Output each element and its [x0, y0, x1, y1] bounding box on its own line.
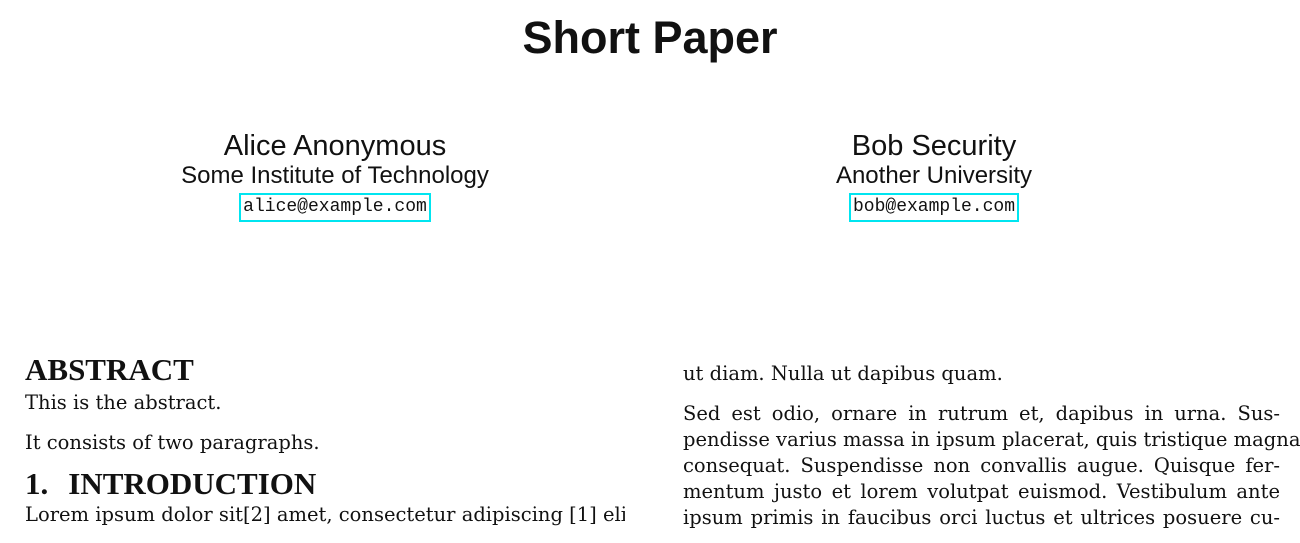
body-text-line: consequat. Suspendisse non convallis aug…	[683, 454, 1280, 477]
author-affiliation: Some Institute of Technology	[181, 162, 489, 189]
left-column: ABSTRACT This is the abstract. It consis…	[25, 350, 625, 528]
author-email-link[interactable]: bob@example.com	[848, 193, 1020, 222]
abstract-paragraph: It consists of two paragraphs.	[25, 431, 320, 454]
author-block-2: Bob Security Another University bob@exam…	[684, 130, 1184, 222]
body-text-line: Sed est odio, ornare in rutrum et, dapib…	[683, 402, 1280, 425]
author-name: Alice Anonymous	[223, 130, 447, 162]
section-title: INTRODUCTION	[68, 466, 317, 501]
abstract-heading: ABSTRACT	[25, 352, 194, 387]
author-email-link[interactable]: alice@example.com	[239, 193, 431, 222]
section-number: 1.	[25, 466, 49, 501]
body-paragraph: Sed est odio, ornare in rutrum et, dapib…	[683, 401, 1300, 531]
right-column: ut diam. Nulla ut dapibus quam. Sed est …	[683, 350, 1300, 531]
body-text-line: pendisse varius massa in ipsum placerat,…	[683, 428, 1300, 451]
body-text-line: mentum justo et lorem volutpat euismod. …	[683, 480, 1280, 503]
introduction-text-line: Lorem ipsum dolor sit[2] amet, consectet…	[25, 503, 625, 526]
abstract-paragraph: This is the abstract.	[25, 391, 222, 414]
section-heading-introduction: 1. INTRODUCTION	[25, 466, 625, 502]
author-affiliation: Another University	[835, 162, 1033, 189]
continuation-text: ut diam. Nulla ut dapibus quam.	[683, 362, 1003, 385]
author-block-1: Alice Anonymous Some Institute of Techno…	[85, 130, 585, 222]
author-name: Bob Security	[851, 130, 1017, 162]
paper-title: Short Paper	[522, 12, 778, 63]
body-text-line: ipsum primis in faucibus orci luctus et …	[683, 506, 1280, 529]
